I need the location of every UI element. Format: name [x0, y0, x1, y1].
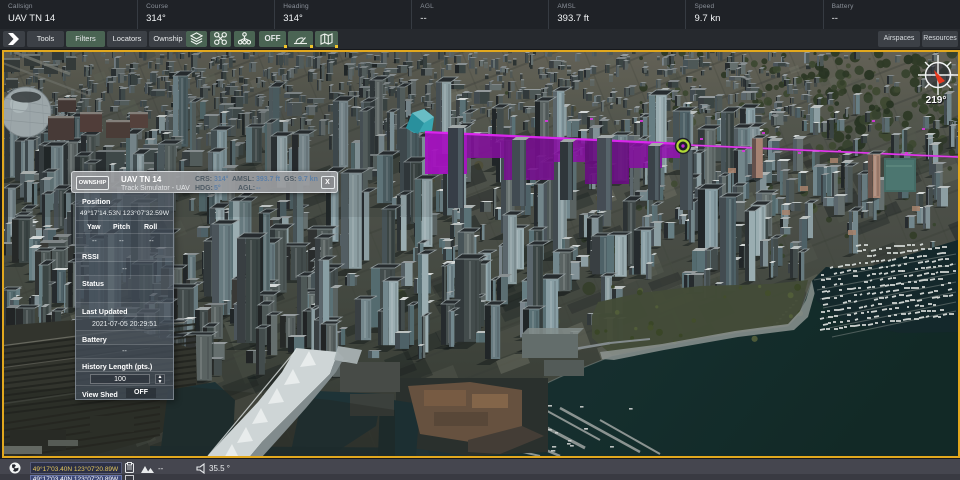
svg-text:1: 1: [302, 37, 305, 43]
